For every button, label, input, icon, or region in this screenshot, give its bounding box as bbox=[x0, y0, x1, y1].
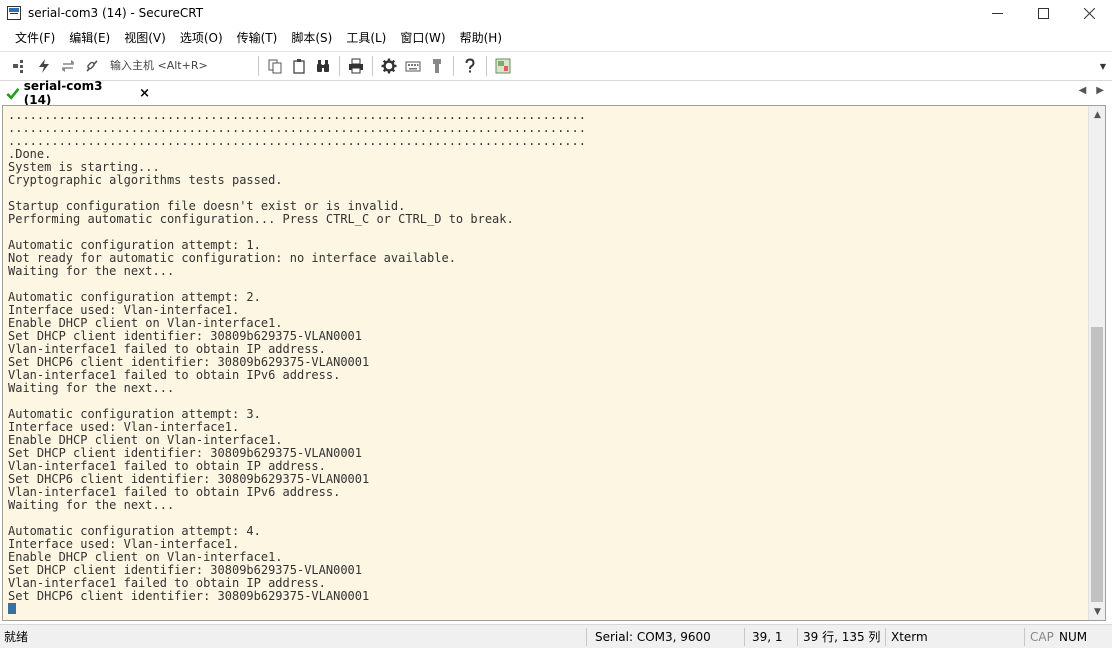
status-connection: Serial: COM3, 9600 bbox=[595, 630, 711, 644]
host-input[interactable]: 输入主机 <Alt+R> bbox=[104, 56, 254, 76]
connect-bar-button[interactable] bbox=[8, 54, 32, 78]
connected-check-icon bbox=[6, 87, 20, 100]
menu-options[interactable]: 选项(O) bbox=[173, 27, 230, 49]
maximize-icon bbox=[1037, 7, 1049, 19]
status-emulation: Xterm bbox=[891, 630, 928, 644]
minimize-button[interactable] bbox=[974, 0, 1020, 26]
terminal-prompt-line bbox=[8, 603, 1086, 616]
help-icon bbox=[465, 57, 475, 72]
maximize-button[interactable] bbox=[1020, 0, 1066, 26]
menu-transfer[interactable]: 传输(T) bbox=[230, 27, 285, 49]
status-bar: 就绪 Serial: COM3, 9600 39, 1 39 行, 135 列 … bbox=[0, 624, 1112, 648]
vertical-scrollbar[interactable]: ▲ ▼ bbox=[1088, 106, 1105, 620]
scroll-up-icon[interactable]: ▲ bbox=[1089, 106, 1106, 123]
terminal-cursor bbox=[8, 603, 16, 614]
toolbar-overflow-icon[interactable]: ▼ bbox=[1100, 62, 1106, 71]
connect-bar-icon bbox=[13, 59, 23, 73]
tab-serial-com3[interactable]: serial-com3 (14) × bbox=[2, 79, 150, 107]
reconnect-button[interactable] bbox=[56, 54, 80, 78]
menu-script[interactable]: 脚本(S) bbox=[284, 27, 339, 49]
terminal-line: .Done. bbox=[8, 147, 52, 161]
minimize-icon bbox=[991, 12, 1003, 14]
disconnect-button[interactable] bbox=[80, 54, 104, 78]
menu-tools[interactable]: 工具(L) bbox=[339, 27, 393, 49]
copy-icon bbox=[268, 59, 282, 73]
tab-navigation: ◀ ▶ bbox=[1079, 85, 1104, 96]
menu-file[interactable]: 文件(F) bbox=[8, 27, 62, 49]
reconnect-icon bbox=[62, 59, 74, 72]
terminal-line: Set DHCP6 client identifier: 30809b62937… bbox=[8, 589, 370, 603]
close-button[interactable] bbox=[1066, 0, 1112, 26]
tab-label: serial-com3 (14) bbox=[23, 79, 103, 107]
status-num-lock: NUM bbox=[1059, 630, 1088, 644]
menu-edit[interactable]: 编辑(E) bbox=[62, 27, 117, 49]
status-cursor-position: 39, 1 bbox=[752, 630, 783, 644]
status-terminal-size: 39 行, 135 列 bbox=[803, 630, 881, 644]
terminal-line: Waiting for the next... bbox=[8, 264, 175, 278]
keymap-icon bbox=[405, 61, 421, 71]
disconnect-icon bbox=[86, 59, 98, 72]
terminal-line: Waiting for the next... bbox=[8, 498, 175, 512]
tab-scroll-left-icon[interactable]: ◀ bbox=[1079, 85, 1087, 96]
scroll-down-icon[interactable]: ▼ bbox=[1089, 603, 1106, 620]
sftp-icon bbox=[433, 58, 441, 73]
tab-scroll-right-icon[interactable]: ▶ bbox=[1096, 85, 1104, 96]
terminal-line: Cryptographic algorithms tests passed. bbox=[8, 173, 283, 187]
paste-icon bbox=[293, 58, 305, 74]
status-divider bbox=[797, 628, 798, 646]
terminal-pane: ........................................… bbox=[2, 105, 1106, 621]
paste-button[interactable] bbox=[287, 54, 311, 78]
status-divider bbox=[1024, 628, 1025, 646]
print-button[interactable] bbox=[344, 54, 368, 78]
terminal-line: ........................................… bbox=[8, 134, 586, 148]
toolbar-separator bbox=[486, 55, 487, 76]
screen-button[interactable] bbox=[491, 54, 515, 78]
close-icon bbox=[1083, 7, 1095, 19]
terminal-output[interactable]: ........................................… bbox=[8, 109, 1086, 617]
copy-button[interactable] bbox=[263, 54, 287, 78]
print-icon bbox=[349, 58, 363, 73]
window-title: serial-com3 (14) - SecureCRT bbox=[28, 6, 204, 20]
session-tab-bar: serial-com3 (14) × ◀ ▶ bbox=[0, 79, 1112, 107]
toolbar-separator bbox=[372, 55, 373, 76]
status-ready: 就绪 bbox=[4, 630, 29, 644]
quick-connect-icon bbox=[39, 58, 49, 73]
scrollbar-thumb[interactable] bbox=[1091, 327, 1103, 602]
menu-view[interactable]: 视图(V) bbox=[117, 27, 173, 49]
quick-connect-button[interactable] bbox=[32, 54, 56, 78]
session-options-button[interactable] bbox=[377, 54, 401, 78]
status-divider bbox=[744, 628, 745, 646]
settings-icon bbox=[381, 58, 397, 73]
keymap-button[interactable] bbox=[401, 54, 425, 78]
help-button[interactable] bbox=[458, 54, 482, 78]
menu-window[interactable]: 窗口(W) bbox=[393, 27, 452, 49]
toolbar: 输入主机 <Alt+R> ▼ bbox=[0, 51, 1112, 79]
find-icon bbox=[317, 59, 329, 72]
tab-close-button[interactable]: × bbox=[139, 86, 150, 101]
toolbar-separator bbox=[258, 55, 259, 76]
securecrt-app-icon[interactable] bbox=[7, 6, 21, 20]
terminal-line: Performing automatic configuration... Pr… bbox=[8, 212, 514, 226]
status-divider bbox=[885, 628, 886, 646]
status-divider bbox=[586, 628, 587, 646]
window-controls bbox=[974, 0, 1112, 26]
find-button[interactable] bbox=[311, 54, 335, 78]
title-bar: serial-com3 (14) - SecureCRT bbox=[0, 0, 1112, 26]
status-caps-lock: CAP bbox=[1030, 630, 1054, 644]
sftp-button[interactable] bbox=[425, 54, 449, 78]
terminal-line: Waiting for the next... bbox=[8, 381, 175, 395]
menu-bar: 文件(F) 编辑(E) 视图(V) 选项(O) 传输(T) 脚本(S) 工具(L… bbox=[0, 27, 1112, 49]
toolbar-separator bbox=[453, 55, 454, 76]
menu-help[interactable]: 帮助(H) bbox=[453, 27, 509, 49]
toolbar-separator bbox=[339, 55, 340, 76]
screen-icon bbox=[495, 58, 511, 73]
